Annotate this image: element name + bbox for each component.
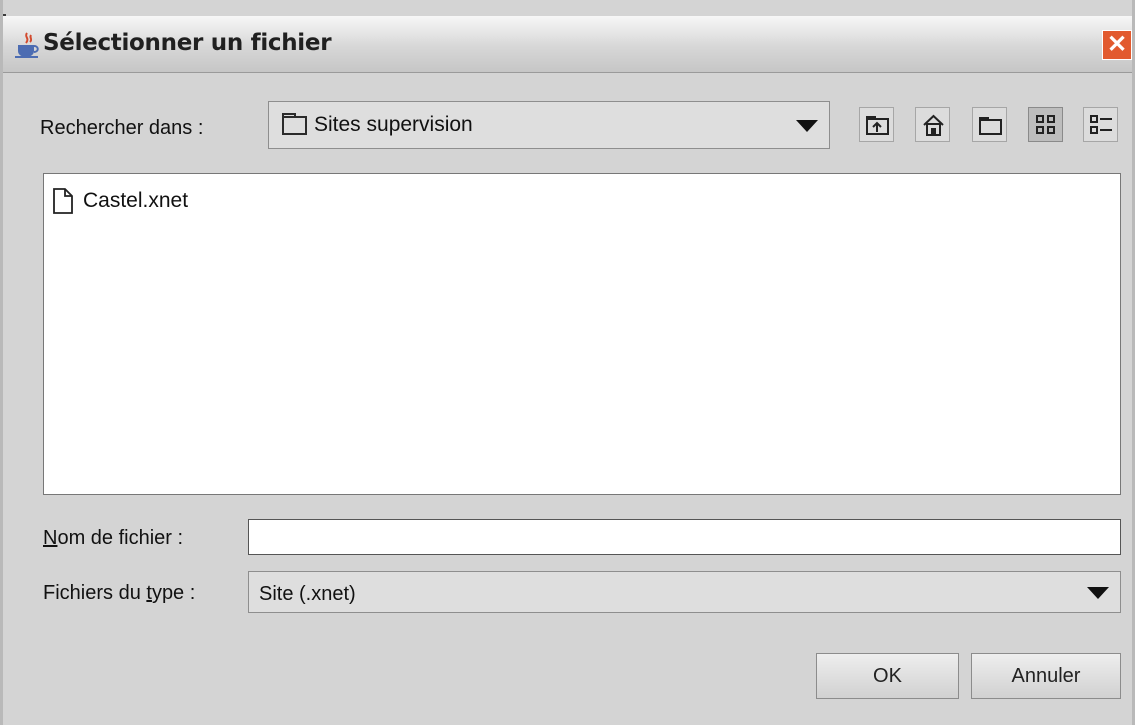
up-one-level-button[interactable] [859, 107, 894, 142]
chevron-down-icon[interactable] [1087, 587, 1109, 599]
chevron-down-icon[interactable] [796, 120, 818, 132]
list-view-icon [1036, 115, 1055, 134]
home-icon [923, 114, 944, 136]
file-name: Castel.xnet [83, 189, 189, 212]
title-bar[interactable]: Sélectionner un fichier ✕ [3, 16, 1132, 73]
cancel-button[interactable]: Annuler [971, 653, 1121, 699]
look-in-label: Rechercher dans : [40, 117, 204, 139]
filetype-label-post: ype : [151, 582, 196, 604]
ok-button[interactable]: OK [816, 653, 959, 699]
file-list[interactable]: Castel.xnet [43, 173, 1121, 495]
java-cup-icon [15, 32, 39, 58]
folder-icon [282, 113, 307, 135]
new-folder-icon [979, 117, 1002, 135]
filetype-value: Site (.xnet) [259, 583, 356, 605]
new-folder-button[interactable] [972, 107, 1007, 142]
filetype-label: Fichiers du type : [43, 582, 195, 605]
look-in-value: Sites supervision [314, 113, 473, 136]
up-folder-icon [866, 116, 889, 135]
details-view-button[interactable] [1083, 107, 1118, 142]
list-view-button[interactable] [1028, 107, 1063, 142]
look-in-combo[interactable]: Sites supervision [268, 101, 830, 149]
filename-field[interactable] [248, 519, 1121, 555]
filename-label-rest: om de fichier : [57, 527, 184, 549]
home-button[interactable] [915, 107, 950, 142]
close-icon: ✕ [1106, 31, 1128, 58]
document-icon [53, 188, 73, 214]
filetype-combo[interactable]: Site (.xnet) [248, 571, 1121, 613]
filename-label-mnemonic: N [43, 527, 58, 549]
file-chooser-dialog: Sélectionner un fichier ✕ Rechercher dan… [0, 0, 1135, 725]
window-title: Sélectionner un fichier [43, 30, 332, 56]
filename-label: Nom de fichier : [43, 527, 183, 550]
details-view-icon [1090, 115, 1112, 134]
filetype-label-pre: Fichiers du [43, 582, 147, 604]
close-button[interactable]: ✕ [1102, 30, 1132, 60]
